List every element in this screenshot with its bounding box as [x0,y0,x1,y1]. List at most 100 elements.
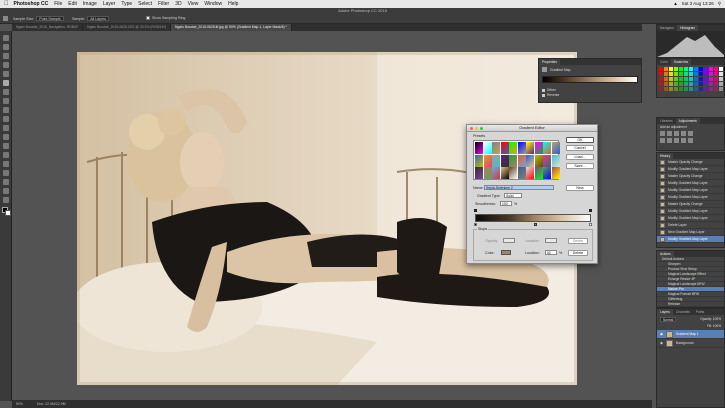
marquee-tool-icon[interactable] [3,44,9,50]
swatch[interactable] [669,87,673,91]
swatch[interactable] [664,87,668,91]
gradient-preset[interactable] [551,167,560,179]
shape-tool-icon[interactable] [3,188,9,194]
gradient-preset[interactable] [543,167,551,179]
layer-fill-value[interactable]: 100% [713,324,721,328]
apple-icon[interactable]:  [4,1,9,7]
doc-tab-1[interactable]: Ngaio Boudoir_2015_Navigation, RGB/8* [12,24,84,31]
dodge-tool-icon[interactable] [3,152,9,158]
swatch[interactable] [719,72,723,76]
swatch[interactable] [684,77,688,81]
swatch[interactable] [674,72,678,76]
gradient-preset[interactable] [483,167,492,179]
gradient-preset[interactable] [517,142,526,154]
swatch[interactable] [689,87,693,91]
show-ring-checkbox[interactable] [146,16,150,20]
zoom-window-icon[interactable] [480,127,483,130]
gradient-preset[interactable] [517,167,526,179]
opacity-stop-right[interactable] [589,209,592,212]
menu-help[interactable]: Help [228,1,238,7]
pen-tool-icon[interactable] [3,161,9,167]
sample-size-select[interactable]: Point Sample [36,16,64,21]
swatch[interactable] [659,77,663,81]
gradient-preset[interactable] [509,167,517,179]
layer-row[interactable]: ◉ Background [657,339,724,348]
swatch[interactable] [669,77,673,81]
swatch[interactable] [714,77,718,81]
history-item[interactable]: Delete Layer [657,222,724,229]
brightness-icon[interactable] [660,131,665,136]
history-item[interactable]: Modify Gradient Map Layer [657,208,724,215]
clone-stamp-tool-icon[interactable] [3,107,9,113]
swatch[interactable] [684,87,688,91]
swatch[interactable] [714,72,718,76]
swatch[interactable] [674,67,678,71]
gradient-tool-icon[interactable] [3,134,9,140]
gradient-preset[interactable] [551,154,560,167]
type-tool-icon[interactable] [3,170,9,176]
gradient-preset[interactable] [500,154,509,167]
bottom-location-input[interactable]: 52 [545,250,557,255]
eye-icon[interactable]: ◉ [660,332,663,336]
swatch[interactable] [709,82,713,86]
gradient-preset[interactable] [492,167,500,179]
doc-size[interactable]: Doc: 22.9M/22.9M [37,402,66,406]
gradient-preset[interactable] [543,142,551,154]
history-item[interactable]: Master Opacity Change [657,159,724,166]
color-stop-2[interactable] [534,223,537,226]
swatch[interactable] [714,67,718,71]
new-button[interactable]: New [566,185,594,191]
swatch[interactable] [679,72,683,76]
swatch[interactable] [709,72,713,76]
gradient-preset[interactable] [551,142,560,154]
swatch[interactable] [689,82,693,86]
action-item[interactable]: Release [657,302,724,307]
swatch[interactable] [714,87,718,91]
history-item[interactable]: New Gradient Map Layer [657,229,724,236]
gradient-preset[interactable] [475,142,483,154]
swatch[interactable] [704,67,708,71]
doc-tab-active[interactable]: Ngaio Boudoir_2015-0628.tif.jpg @ 50% (G… [171,24,292,31]
gradient-preset[interactable] [500,167,509,179]
swatch[interactable] [689,72,693,76]
gradient-preset[interactable] [543,154,551,167]
swatch[interactable] [659,87,663,91]
swatch[interactable] [699,67,703,71]
menu-app-name[interactable]: Photoshop CC [14,1,49,7]
swatch[interactable] [664,67,668,71]
swatch[interactable] [684,82,688,86]
blend-mode-select[interactable]: Normal [660,317,677,322]
ok-button[interactable]: OK [566,137,594,143]
healing-brush-tool-icon[interactable] [3,89,9,95]
swatch[interactable] [714,82,718,86]
lasso-tool-icon[interactable] [3,53,9,59]
curves-icon[interactable] [674,131,679,136]
menu-image[interactable]: Image [83,1,97,7]
minimize-window-icon[interactable] [475,127,478,130]
swatch[interactable] [674,77,678,81]
opacity-stops-track[interactable] [474,209,592,212]
swatch[interactable] [694,77,698,81]
menu-layer[interactable]: Layer [103,1,116,7]
history-item[interactable]: Modify Gradient Map Layer [657,194,724,201]
color-stop-3[interactable] [589,223,592,226]
swatch[interactable] [664,82,668,86]
top-delete-button[interactable]: Delete [568,238,588,244]
save-button[interactable]: Save... [566,163,594,169]
swatch-grid[interactable] [657,65,725,93]
menu-type[interactable]: Type [121,1,132,7]
history-item[interactable]: Modify Gradient Map Layer [657,215,724,222]
swatch[interactable] [719,67,723,71]
layer-row[interactable]: ◉ Gradient Map 1 [657,330,724,339]
swatch[interactable] [704,72,708,76]
swatch[interactable] [704,87,708,91]
hand-tool-icon[interactable] [3,197,9,203]
swatches-tab[interactable]: Swatches [670,59,692,65]
levels-icon[interactable] [667,131,672,136]
path-select-tool-icon[interactable] [3,179,9,185]
gradient-type-select[interactable]: Solid [504,193,522,198]
swatch[interactable] [699,77,703,81]
gradient-preset[interactable] [534,167,543,179]
vibrance-icon[interactable] [688,131,693,136]
stop-opacity-input[interactable] [503,238,515,243]
